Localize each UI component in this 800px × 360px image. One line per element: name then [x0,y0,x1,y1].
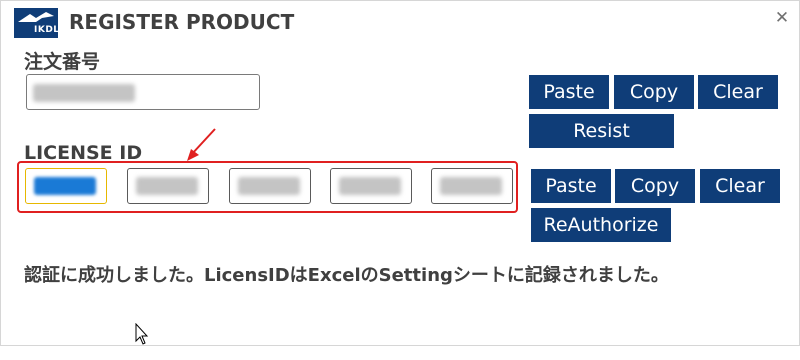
reauthorize-button[interactable]: ReAuthorize [531,208,671,242]
redacted-license-value [339,177,401,195]
order-clear-button[interactable]: Clear [698,75,778,109]
license-id-field-3[interactable] [229,168,311,204]
redacted-license-value [136,177,198,195]
redacted-license-value [440,177,502,195]
redacted-license-value [34,177,96,195]
annotation-arrow-icon [187,128,216,161]
mouse-pointer-icon [135,323,149,345]
license-paste-button[interactable]: Paste [531,169,611,203]
redacted-license-value [238,177,300,195]
logo-text: IKDL [34,25,60,35]
order-number-label: 注文番号 [24,51,101,73]
redacted-order-value [33,84,135,102]
register-product-dialog: IKDL REGISTER PRODUCT ✕ 注文番号 Paste Copy … [0,0,800,346]
status-message: 認証に成功しました。LicensIDはExcelのSettingシートに記録され… [24,265,669,286]
ikdl-logo-icon: IKDL [14,8,60,38]
license-id-field-4[interactable] [330,168,412,204]
order-paste-button[interactable]: Paste [529,75,609,109]
license-clear-button[interactable]: Clear [700,169,780,203]
order-copy-button[interactable]: Copy [614,75,694,109]
bird-icon [18,12,54,22]
register-button[interactable]: Resist [529,114,674,148]
close-icon[interactable]: ✕ [769,5,795,31]
license-id-field-1[interactable] [25,168,107,204]
title-bar: IKDL REGISTER PRODUCT ✕ [1,1,799,39]
license-id-field-2[interactable] [127,168,209,204]
window-title: REGISTER PRODUCT [69,10,295,34]
license-id-field-5[interactable] [431,168,513,204]
order-number-input[interactable] [26,74,260,110]
license-copy-button[interactable]: Copy [615,169,695,203]
